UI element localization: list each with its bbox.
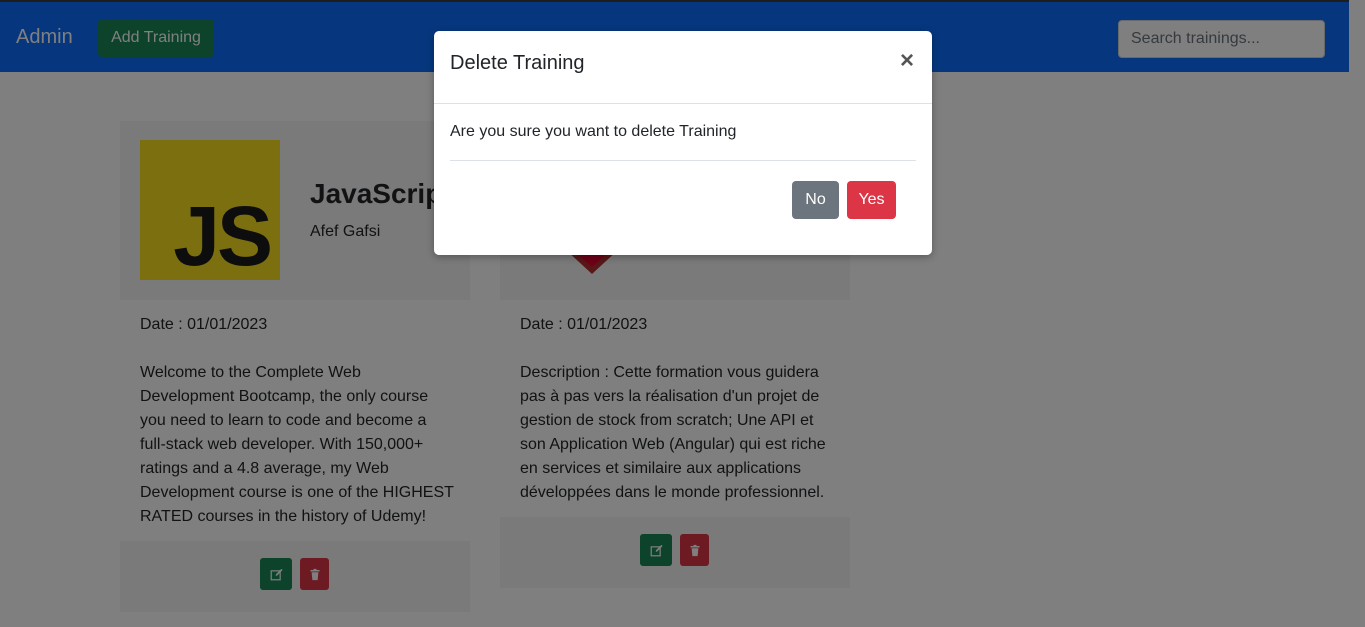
no-button[interactable]: No [792, 181, 839, 219]
close-icon[interactable]: × [896, 49, 918, 73]
modal-title: Delete Training [450, 52, 585, 74]
modal-divider [434, 103, 932, 104]
yes-button[interactable]: Yes [847, 181, 896, 219]
modal-divider [450, 160, 916, 161]
delete-training-modal: Delete Training × Are you sure you want … [434, 31, 932, 255]
modal-message: Are you sure you want to delete Training [450, 123, 737, 140]
